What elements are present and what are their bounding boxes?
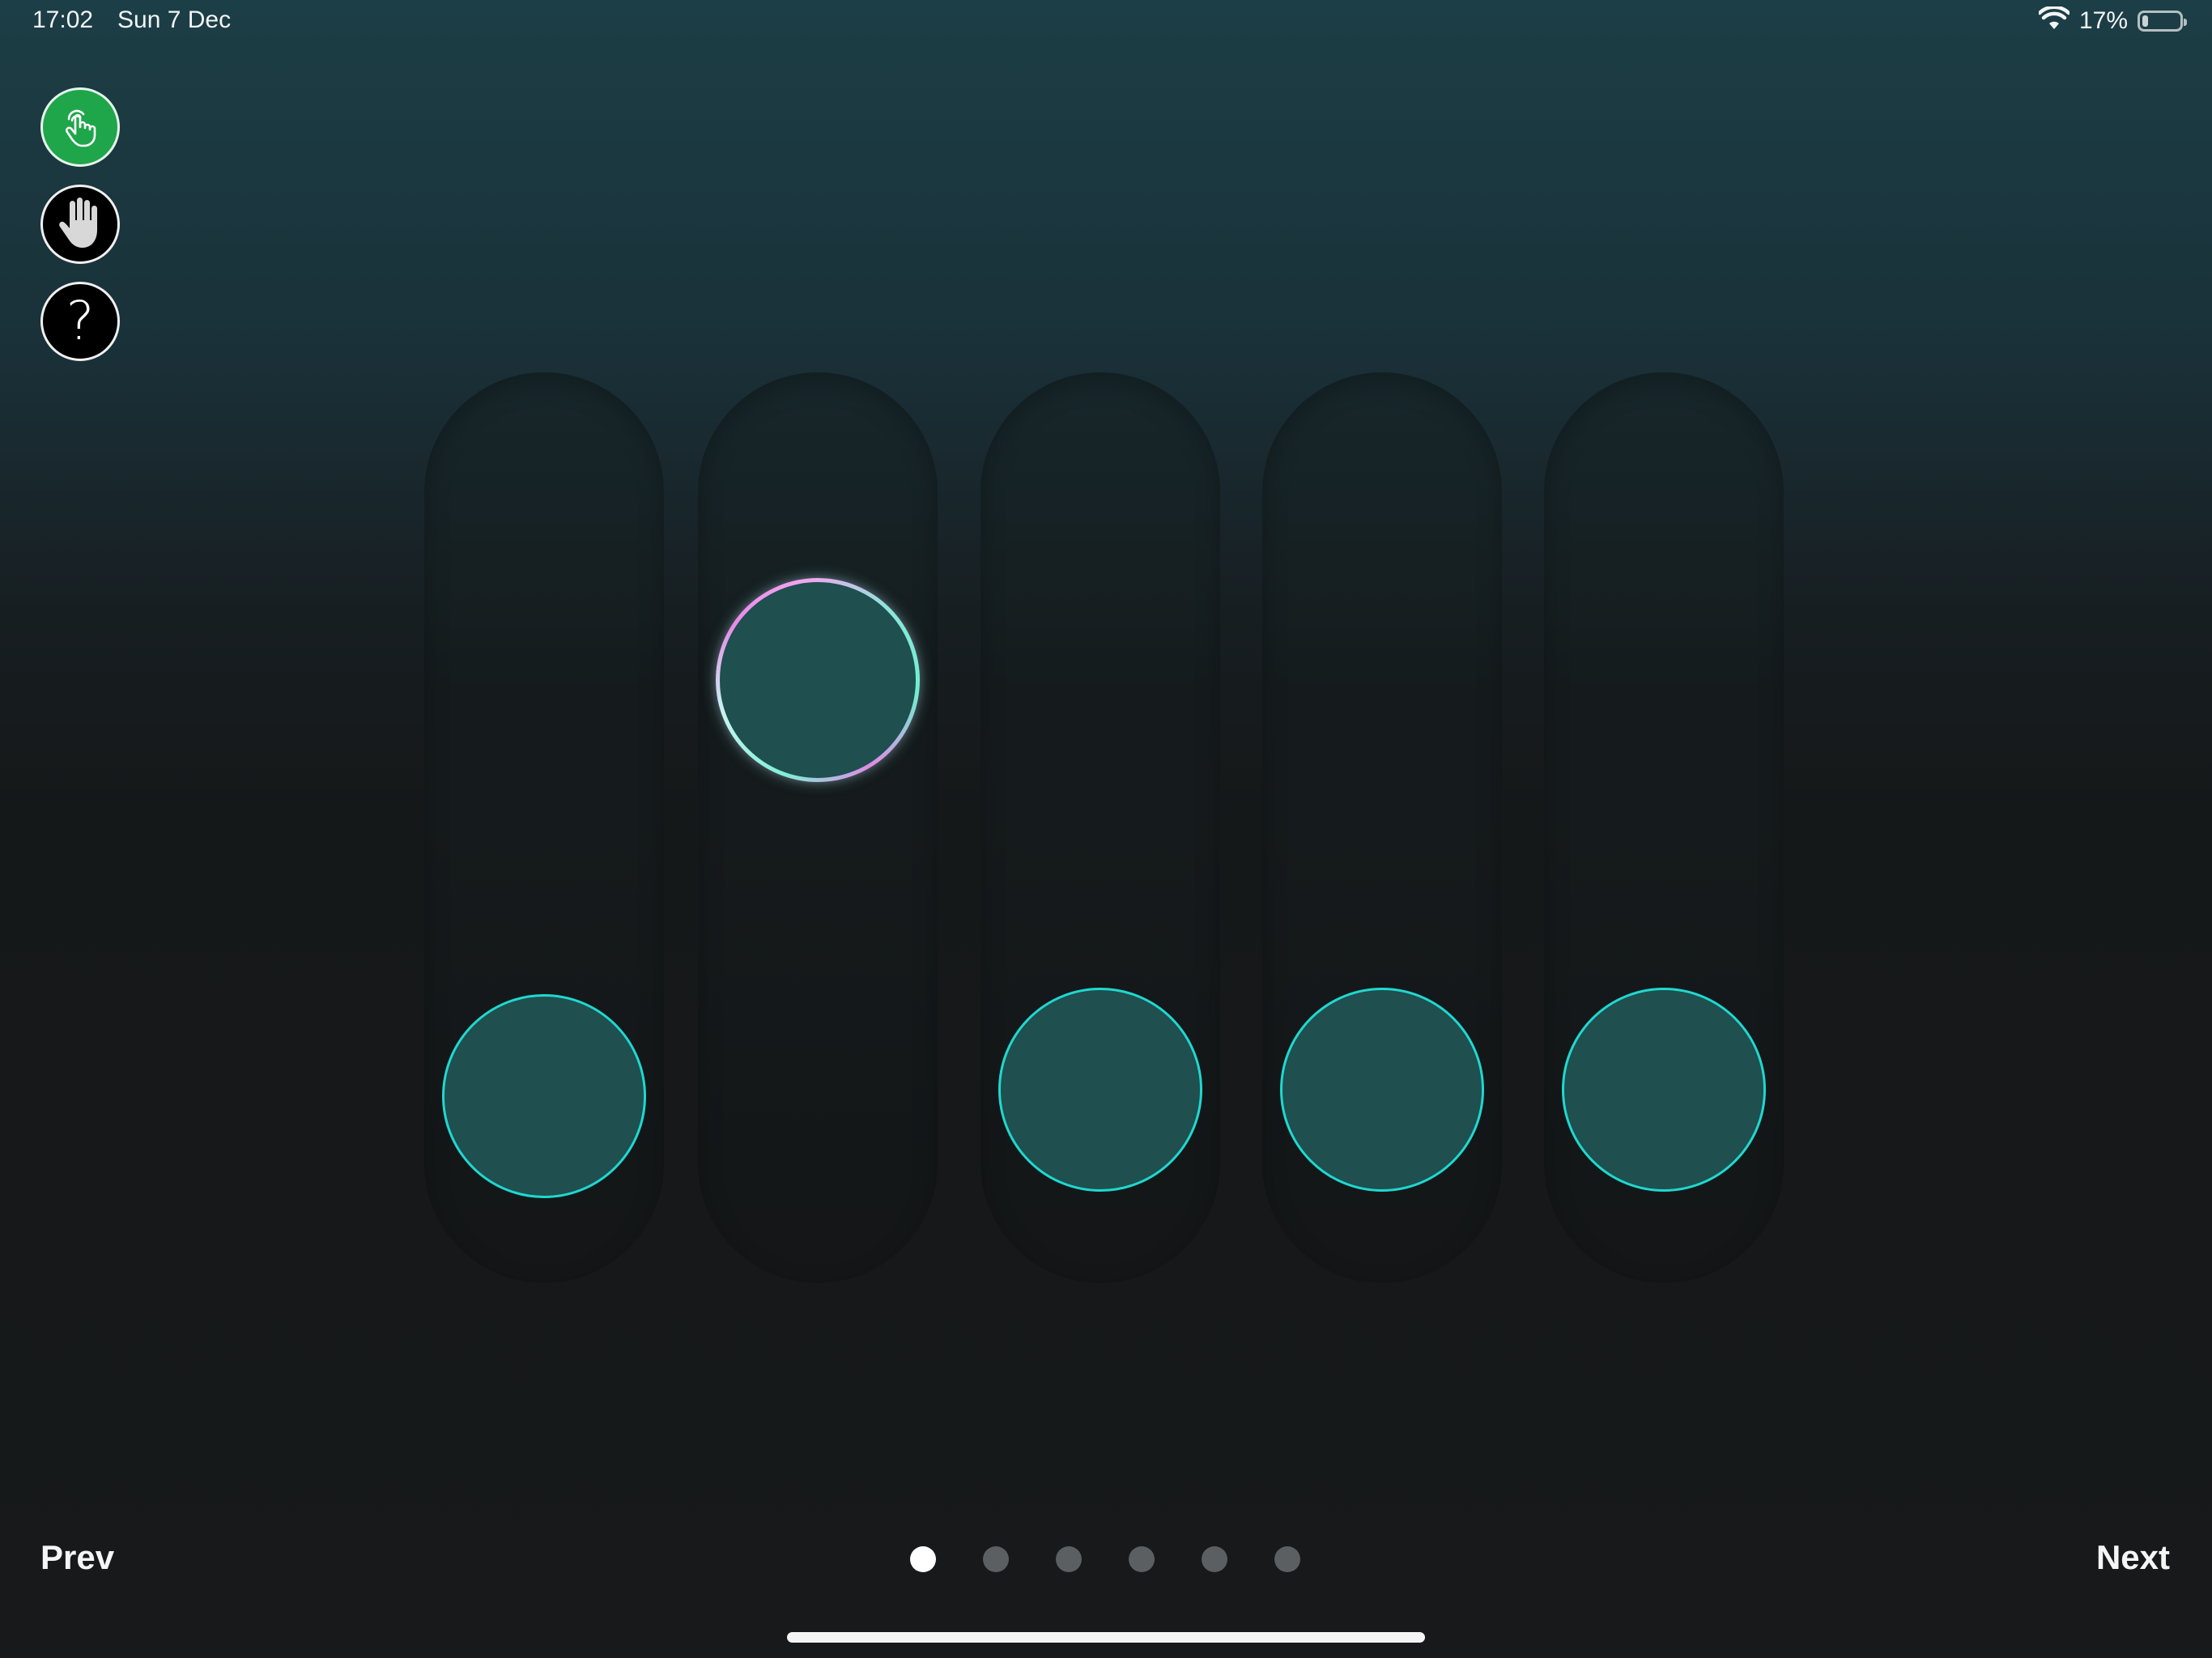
page-dot-1[interactable] [910,1546,936,1572]
page-dot-5[interactable] [1202,1546,1227,1572]
battery-percent: 17% [2078,6,2128,34]
help-button[interactable]: ? [40,282,120,361]
slider-track-1[interactable] [424,372,664,1283]
page-dot-3[interactable] [1056,1546,1082,1572]
page-indicator [910,1546,1300,1572]
slider-knob-3[interactable] [998,987,1202,1192]
touch-mode-button[interactable] [40,87,120,167]
status-bar: 17:02 Sun 7 Dec 17% [0,0,2212,45]
wifi-icon [2037,5,2071,35]
next-button[interactable]: Next [2096,1538,2170,1577]
slider-knob-2[interactable] [716,578,920,782]
prev-button[interactable]: Prev [40,1538,114,1577]
slider-knob-4[interactable] [1280,987,1484,1192]
slider-track-4[interactable] [1262,372,1502,1283]
page-dot-6[interactable] [1274,1546,1300,1572]
hand-mode-button[interactable] [40,185,120,264]
status-indicators: 17% [2037,5,2187,35]
touch-hand-icon [57,103,103,152]
page-dot-2[interactable] [983,1546,1009,1572]
home-indicator[interactable] [787,1632,1425,1643]
battery-icon [2138,10,2187,32]
status-date: Sun 7 Dec [117,6,232,33]
slider-track-5[interactable] [1544,372,1784,1283]
page-dot-4[interactable] [1129,1546,1155,1572]
slider-knob-5[interactable] [1562,987,1766,1192]
status-time: 17:02 [32,6,94,33]
open-hand-icon [57,196,104,253]
slider-track-3[interactable] [981,372,1220,1283]
question-icon: ? [66,290,95,352]
slider-track-2[interactable] [698,372,938,1283]
slider-knob-1[interactable] [442,994,646,1199]
